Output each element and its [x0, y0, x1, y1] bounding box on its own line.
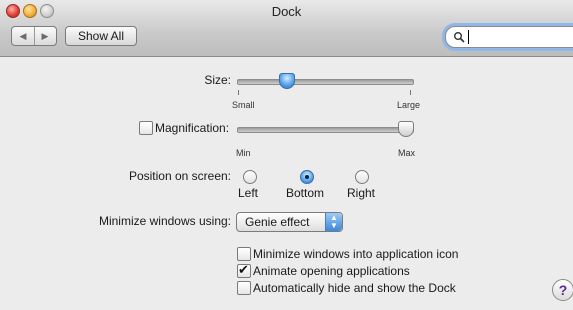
preferences-content: Size: Small Large Magnification: Min Max…: [0, 57, 573, 310]
magnification-slider-thumb[interactable]: [398, 121, 414, 137]
animate-opening-checkbox[interactable]: ✔: [237, 262, 251, 278]
popup-arrows-icon: ▲ ▼: [325, 213, 342, 231]
dock-preferences-window: Dock ◀ ▶ Show All Size: Small Large Magn…: [0, 0, 573, 310]
check-icon: ✔: [238, 262, 249, 277]
position-bottom-radio[interactable]: [300, 170, 314, 184]
minimize-effect-label: Minimize windows using:: [98, 214, 231, 228]
minimize-effect-value: Genie effect: [245, 215, 310, 229]
back-icon: ◀: [19, 30, 27, 41]
help-button[interactable]: ?: [552, 279, 573, 301]
minimize-into-icon-label: Minimize windows into application icon: [253, 247, 459, 261]
position-right-radio[interactable]: [355, 170, 369, 184]
magnification-slider-track[interactable]: [237, 127, 414, 133]
autohide-dock-checkbox[interactable]: [237, 281, 251, 295]
position-left-label: Left: [238, 186, 259, 200]
size-label: Size:: [204, 73, 231, 87]
position-label: Position on screen:: [128, 169, 231, 183]
toolbar: Dock ◀ ▶ Show All: [0, 0, 573, 57]
animate-opening-label: Animate opening applications: [253, 264, 410, 278]
back-forward-buttons: ◀ ▶: [11, 26, 57, 46]
forward-icon: ▶: [41, 30, 49, 41]
magnification-checkbox[interactable]: [139, 121, 153, 135]
size-slider-thumb[interactable]: [279, 73, 295, 89]
size-min-label: Small: [232, 100, 255, 110]
size-slider-track[interactable]: [237, 79, 414, 85]
position-bottom-label: Bottom: [286, 186, 325, 200]
size-max-tick: [410, 90, 411, 95]
forward-button[interactable]: ▶: [34, 27, 56, 45]
size-min-tick: [238, 90, 239, 95]
minimize-effect-popup[interactable]: Genie effect ▲ ▼: [236, 212, 343, 232]
position-left-radio[interactable]: [243, 170, 257, 184]
magnification-min-label: Min: [236, 148, 251, 158]
minimize-into-icon-checkbox[interactable]: [237, 247, 251, 261]
size-max-label: Large: [397, 100, 421, 110]
magnification-max-label: Max: [398, 148, 416, 158]
position-right-label: Right: [347, 186, 376, 200]
show-all-button[interactable]: Show All: [65, 26, 137, 46]
magnification-label: Magnification:: [155, 121, 230, 135]
window-title: Dock: [271, 4, 302, 19]
search-caret: [468, 30, 469, 44]
search-icon: [454, 32, 465, 43]
back-button[interactable]: ◀: [12, 27, 35, 45]
search-field[interactable]: [445, 26, 573, 48]
autohide-dock-label: Automatically hide and show the Dock: [253, 281, 456, 295]
